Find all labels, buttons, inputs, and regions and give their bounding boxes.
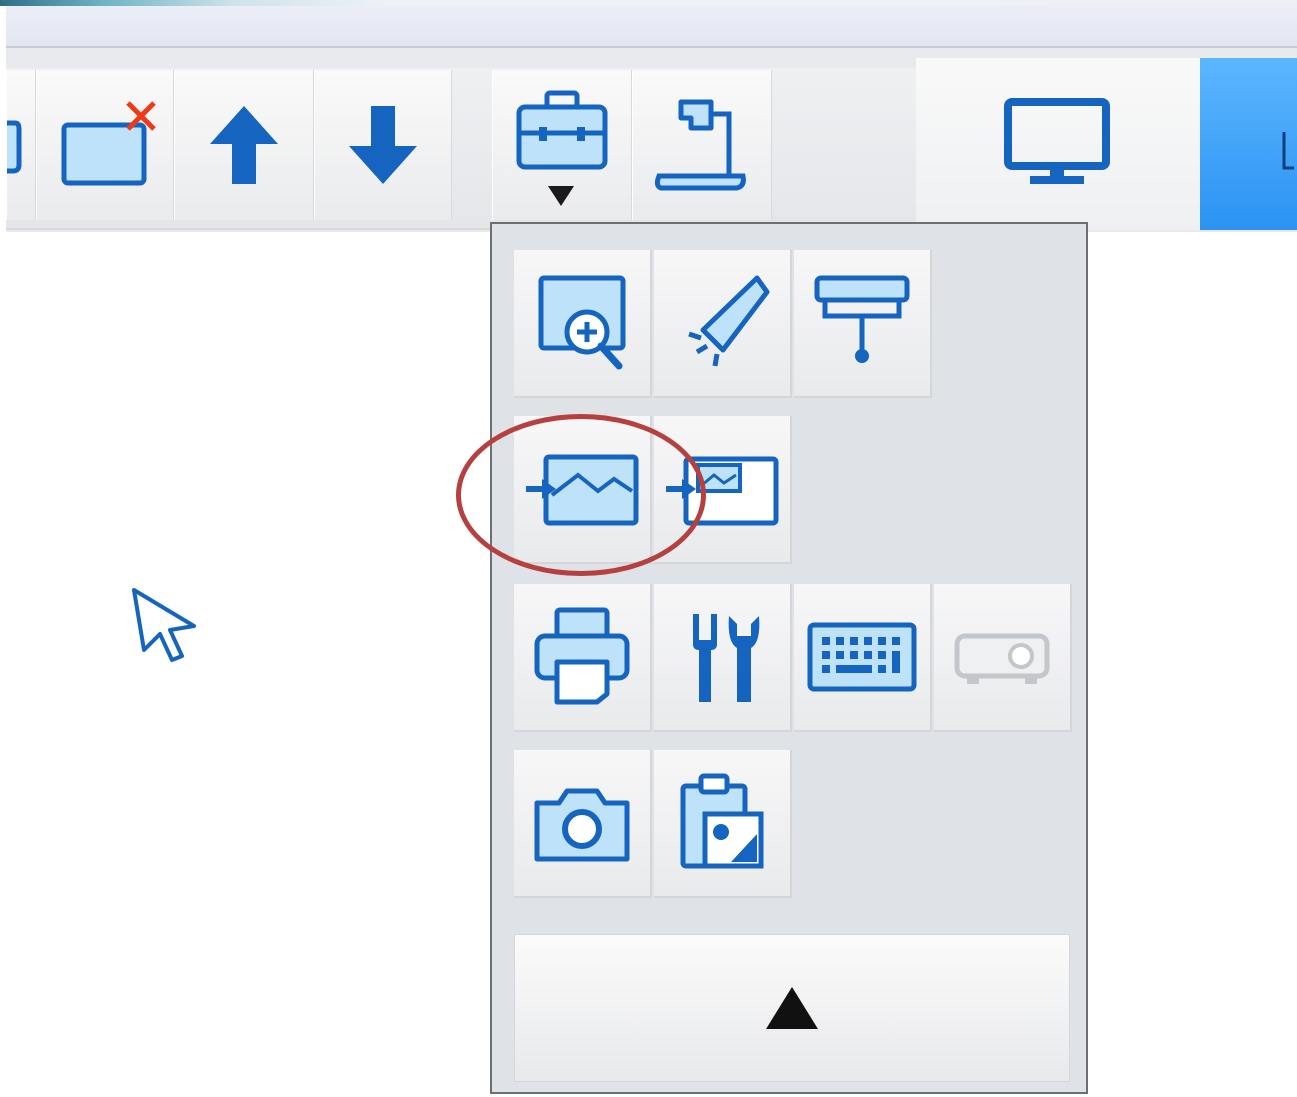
collapse-menu-button[interactable] [514,934,1070,1082]
insert-background-icon [666,456,779,526]
insert-image-button[interactable] [514,416,652,564]
arrow-up-icon [210,106,278,184]
active-mode-tab[interactable] [1200,58,1297,230]
mouse-cursor-icon [132,588,196,662]
document-camera-icon [654,99,746,191]
camera-icon [534,788,630,862]
keyboard-icon [807,622,917,692]
page-edge-icon [7,120,22,174]
move-up-button[interactable] [174,70,314,220]
tools-icon [693,614,760,702]
toolbox-icon [516,90,608,170]
title-strip [6,6,1297,48]
magnifier-button[interactable] [514,250,652,398]
document-camera-button[interactable] [632,70,772,220]
screen-shade-button[interactable] [794,250,932,398]
print-button[interactable] [514,584,652,732]
move-down-button[interactable] [314,70,452,220]
projector-icon [954,633,1050,684]
monitor-icon[interactable] [998,94,1118,194]
clipboard-image-button[interactable] [654,750,792,898]
page-edge-button[interactable] [6,70,36,220]
projector-button [934,584,1072,732]
toolbox-dropdown-arrow[interactable] [548,186,574,206]
display-panel [916,58,1200,230]
screen-magnifier-icon [538,275,626,370]
insert-image-icon [526,454,639,526]
delete-page-button[interactable] [36,70,174,220]
spotlight-icon [688,275,770,367]
clipboard-image-icon [680,773,764,869]
camera-button[interactable] [514,750,652,898]
keyboard-button[interactable] [794,584,932,732]
printer-icon [534,607,630,705]
tab-glyph-icon [1282,132,1294,170]
collapse-up-icon [766,987,818,1029]
settings-button[interactable] [654,584,792,732]
arrow-down-icon [349,106,417,184]
screen-shade-icon [814,275,910,363]
spotlight-button[interactable] [654,250,792,398]
delete-page-icon [61,101,156,186]
insert-background-button[interactable] [654,416,792,564]
toolbox-dropdown [490,222,1088,1094]
